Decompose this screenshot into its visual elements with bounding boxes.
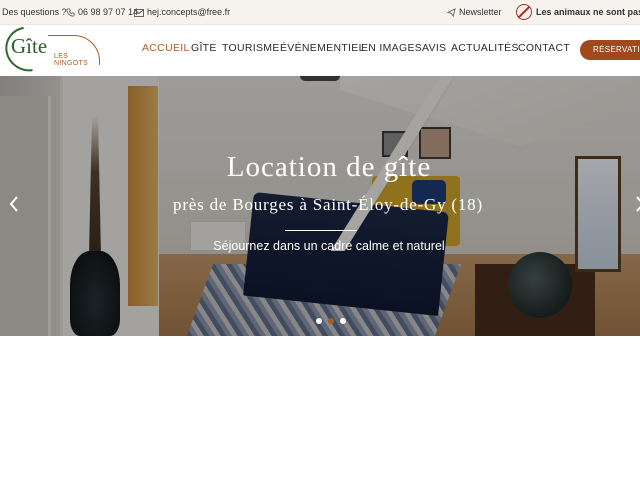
email-link[interactable]: hej.concepts@free.fr <box>134 0 230 24</box>
mail-icon <box>134 8 144 17</box>
nav-en-images[interactable]: EN IMAGES <box>361 42 422 54</box>
slider-dot-3[interactable] <box>340 318 346 324</box>
pets-notice: Les animaux ne sont pas ac <box>516 0 640 24</box>
chevron-right-icon <box>636 196 640 212</box>
slider-dot-2[interactable] <box>328 318 334 324</box>
nav-contact[interactable]: CONTACT <box>518 42 570 54</box>
slider-prev-button[interactable] <box>6 194 22 218</box>
nav-gite[interactable]: GÎTE <box>191 42 217 54</box>
hero-subtitle: près de Bourges à Saint-Éloy-de-Gy (18) <box>173 195 483 214</box>
newsletter-link[interactable]: Newsletter <box>447 0 502 24</box>
hero-tagline: Séjournez dans un cadre calme et naturel <box>213 239 445 253</box>
nav-actualites[interactable]: ACTUALITÉS <box>451 42 519 54</box>
phone-number: 06 98 97 07 14 <box>78 7 139 17</box>
newsletter-label: Newsletter <box>459 7 502 17</box>
hero-divider <box>285 230 357 231</box>
nav-avis[interactable]: AVIS <box>422 42 446 54</box>
hero-slider: Location de gîte près de Bourges à Saint… <box>0 76 640 336</box>
email-address: hej.concepts@free.fr <box>147 7 231 17</box>
site-header: Gîte LES NINGOTS ACCUEIL GÎTE TOURISME É… <box>0 17 640 81</box>
pets-notice-text: Les animaux ne sont pas ac <box>536 7 640 17</box>
no-pets-icon <box>516 3 532 20</box>
reservation-button[interactable]: RÉSERVATION <box>580 40 640 60</box>
top-info-bar: Des questions ? 06 98 97 07 14 hej.conce… <box>0 0 640 25</box>
logo-word: Gîte <box>11 34 48 58</box>
nav-accueil[interactable]: ACCUEIL <box>142 42 190 54</box>
questions-label: Des questions ? <box>2 7 67 17</box>
chevron-left-icon <box>9 196 18 212</box>
logo-subtitle: LES NINGOTS <box>54 53 88 67</box>
slider-next-button[interactable] <box>632 194 640 218</box>
nav-tourisme[interactable]: TOURISME <box>222 42 280 54</box>
slider-dots <box>316 318 356 326</box>
phone-link[interactable]: 06 98 97 07 14 <box>66 0 138 24</box>
site-logo[interactable]: Gîte LES NINGOTS <box>0 17 100 81</box>
phone-icon <box>66 8 75 17</box>
paper-plane-icon <box>447 8 456 18</box>
slider-dot-1[interactable] <box>316 318 322 324</box>
nav-evenementiel[interactable]: ÉVÉNEMENTIEL <box>280 42 365 54</box>
hero-title: Location de gîte <box>226 151 432 183</box>
